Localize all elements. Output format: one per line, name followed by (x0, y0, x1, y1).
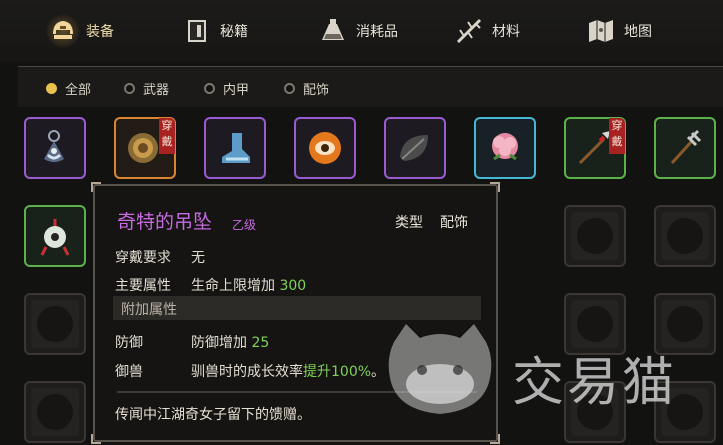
tab-materials[interactable]: 材料 (452, 8, 520, 54)
type-value: 配饰 (440, 215, 468, 231)
filter-accessory[interactable]: 配饰 (284, 79, 329, 98)
extra-attr-text: 驯兽时的成长效率 (191, 364, 303, 380)
filter-weapon[interactable]: 武器 (124, 79, 169, 98)
item-grade: 乙级 (232, 218, 257, 232)
jade-pendant-icon (40, 219, 70, 256)
extra-attr-value: 25 (251, 335, 270, 351)
inventory-slot[interactable] (384, 117, 446, 179)
item-description: 传闻中江湖奇女子留下的馈赠。 (115, 407, 311, 423)
potion-icon (316, 14, 350, 48)
empty-slot (31, 300, 79, 348)
equipped-tag: 穿戴 (159, 118, 175, 154)
map-icon (584, 14, 618, 48)
inventory-slot[interactable] (204, 117, 266, 179)
radio-dot (46, 83, 57, 94)
tab-consumables[interactable]: 消耗品 (316, 8, 398, 54)
inventory-slot[interactable] (564, 205, 626, 267)
item-name: 奇特的吊坠 (117, 211, 213, 233)
main-attr-value: 300 (279, 278, 307, 294)
main-attr-row: 生命上限增加 300 (191, 275, 306, 295)
tab-manuals[interactable]: 秘籍 (180, 8, 248, 54)
extra-attr-header: 附加属性 (113, 296, 481, 320)
empty-slot (661, 212, 709, 260)
filter-armor[interactable]: 内甲 (204, 79, 249, 98)
inventory-slot[interactable] (24, 293, 86, 355)
inventory-slot[interactable] (294, 117, 356, 179)
filter-label: 全部 (65, 83, 92, 98)
tab-equipment[interactable]: 装备 (46, 8, 114, 54)
eye-orb-icon (309, 132, 341, 164)
cat-logo-icon (388, 324, 492, 414)
main-attr-text: 生命上限增加 (191, 278, 275, 294)
main-attr-label: 主要属性 (115, 278, 171, 294)
equipped-tag: 穿戴 (609, 118, 625, 154)
filter-all[interactable]: 全部 (46, 79, 91, 98)
empty-slot (31, 388, 79, 436)
filter-bar: 全部 武器 内甲 配饰 (18, 66, 723, 107)
helmet-icon (46, 14, 80, 48)
tab-label: 装备 (86, 24, 114, 40)
frame-corner (490, 182, 500, 192)
filter-label: 内甲 (223, 83, 250, 98)
tab-label: 秘籍 (220, 24, 248, 40)
filter-label: 配饰 (303, 83, 330, 98)
frame-corner (91, 182, 101, 192)
filter-label: 武器 (143, 83, 170, 98)
empty-slot (571, 212, 619, 260)
tab-label: 材料 (492, 24, 520, 40)
trident-icon (670, 129, 702, 165)
radio-dot (204, 83, 215, 94)
inventory-slot[interactable] (24, 117, 86, 179)
inventory-slot[interactable]: 穿戴 (564, 117, 626, 179)
extra-attr-label: 防御 (115, 335, 143, 351)
frame-corner (490, 434, 500, 444)
branch-icon (452, 14, 486, 48)
inventory-slot[interactable] (24, 381, 86, 443)
radio-dot (284, 83, 295, 94)
dark-leaf-icon (400, 135, 428, 161)
watermark-text: 交易猫 (512, 353, 678, 413)
inventory-slot[interactable] (24, 205, 86, 267)
pendant-icon (44, 130, 64, 162)
extra-attr-text: 防御增加 (191, 335, 247, 351)
peony-flower-icon (492, 133, 518, 161)
inventory-slot[interactable] (654, 205, 716, 267)
blue-boot-icon (222, 133, 250, 163)
extra-attr-value: 提升100% (303, 364, 372, 380)
frame-corner (91, 434, 101, 444)
radio-dot (124, 83, 135, 94)
inventory-slot[interactable] (654, 117, 716, 179)
requirement-label: 穿戴要求 (115, 250, 171, 266)
extra-attr-label: 御兽 (115, 364, 143, 380)
extra-attr-header-label: 附加属性 (121, 302, 177, 318)
inventory-slot[interactable] (474, 117, 536, 179)
inventory-slot[interactable]: 穿戴 (114, 117, 176, 179)
tab-label: 地图 (624, 24, 652, 40)
tab-map[interactable]: 地图 (584, 8, 652, 54)
type-label: 类型 (395, 215, 423, 231)
requirement-value: 无 (191, 250, 205, 266)
tab-label: 消耗品 (356, 24, 398, 40)
category-tab-bar: 装备 秘籍 消耗品 材料 地图 (0, 0, 723, 62)
extra-attr-row: 驯兽时的成长效率提升100%。 (191, 361, 385, 381)
book-icon (180, 14, 214, 48)
extra-attr-row: 防御增加 25 (191, 332, 269, 352)
